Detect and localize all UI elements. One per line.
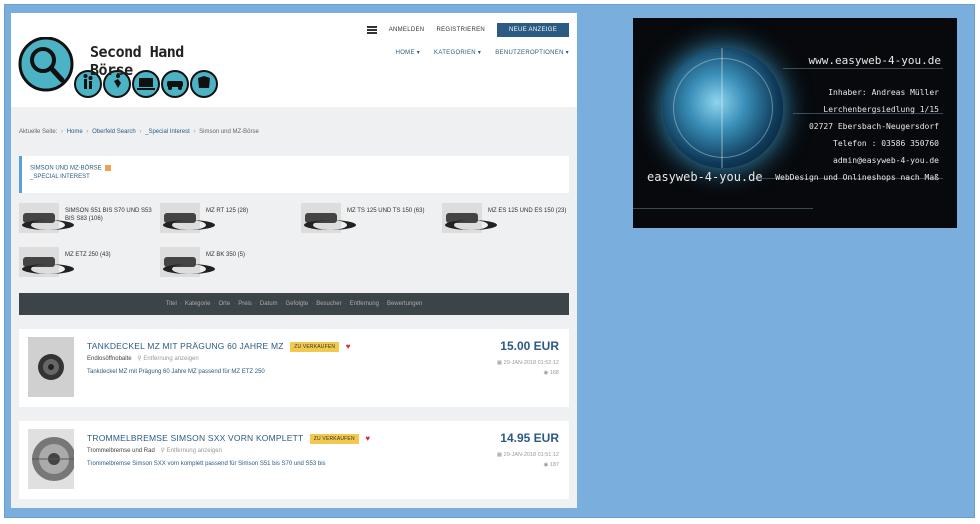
circuit-line [633,208,813,209]
filter-distance[interactable]: Entfernung [350,301,379,307]
nav-home[interactable]: HOME [396,49,420,56]
listing-price: 15.00 EUR [500,339,559,353]
category-title[interactable]: SIMSON UND MZ-BÖRSE [30,166,102,172]
filter-price[interactable]: Preis [238,301,252,307]
subcategory-label: SIMSON S51 BIS S70 UND S53 BIS S83 (106) [65,208,152,222]
filter-date[interactable]: Datum [260,301,278,307]
listing-description: Tankdeckel MZ mit Prägung 60 Jahre MZ pa… [87,369,265,375]
motorcycle-thumbnail [19,203,74,233]
listing-views: 168 [549,370,559,376]
motorcycle-thumbnail [160,203,215,233]
category-parent[interactable]: _SPECIAL INTEREST [30,174,561,180]
ad-url-left: easyweb-4-you.de [647,170,763,184]
ad-line-phone: Telefon : 03586 350760 [833,139,939,148]
breadcrumb: Aktuelle Seite: › Home › Oberfeld Search… [19,129,259,135]
subcategory-item[interactable]: MZ ES 125 UND ES 150 (23) [442,203,577,237]
location-pin-icon: ⚲ [160,448,165,454]
ad-contact-lines: Inhaber: Andreas Müller Lerchenbergsiedl… [775,84,939,186]
listing-image-drum-brake[interactable] [28,429,74,489]
category-header: SIMSON UND MZ-BÖRSE _SPECIAL INTEREST [19,156,569,193]
subcategory-label: MZ TS 125 UND TS 150 (63) [347,208,425,214]
ad-url-top[interactable]: www.easyweb-4-you.de [809,54,941,67]
motorcycle-thumbnail [160,247,215,277]
motorcycle-thumbnail [301,203,356,233]
listing-description: Trommelbremse Simson SXX vorn komplett p… [87,461,326,467]
listing-seller: Trommelbremse und Rad [87,448,155,454]
breadcrumb-item[interactable]: Oberfeld Search [92,129,136,135]
filter-visitors[interactable]: Besucher [316,301,341,307]
logo-text: Second Hand Börse [90,43,184,79]
filter-title[interactable]: Titel [166,301,177,307]
menu-icon[interactable] [366,26,377,34]
ad-line-city: 02727 Ebersbach-Neugersdorf [808,122,939,131]
subcategory-item[interactable]: SIMSON S51 BIS S70 UND S53 BIS S83 (106) [19,203,157,237]
filter-followed[interactable]: Gefolgte [286,301,309,307]
ad-line-street: Lerchenbergsiedlung 1/15 [823,105,939,114]
ad-line-owner: Inhaber: Andreas Müller [828,88,939,97]
breadcrumb-current-label: Aktuelle Seite: [19,129,58,135]
sort-filter-bar: Titel · Kategorie · Orte · Preis · Datum · Ge… [19,293,569,315]
motorcycle-thumbnail [442,203,497,233]
listing-title[interactable]: TANKDECKEL MZ MIT PRÄGUNG 60 JAHRE MZ [87,341,284,351]
favorite-heart-icon[interactable]: ♥ [365,434,370,443]
subcategory-label: MZ ETZ 250 (43) [65,252,111,258]
filter-location[interactable]: Orte [219,301,231,307]
breadcrumb-item[interactable]: Home [67,129,83,135]
top-navigation: ANMELDEN REGISTRIEREN NEUE ANZEIGE [366,23,569,37]
status-badge: ZU VERKAUFEN [290,341,340,352]
calendar-icon: ▦ [496,452,504,458]
location-pin-icon: ⚲ [137,356,142,362]
listing-title[interactable]: TROMMELBREMSE SIMSON SXX VORN KOMPLETT [87,433,303,443]
filter-ratings[interactable]: Bewertungen [387,301,422,307]
listing-image-tank-cap[interactable] [28,337,74,397]
subcategory-item[interactable]: MZ RT 125 (28) [160,203,298,237]
listing-views: 187 [549,462,559,468]
subcategory-grid: SIMSON S51 BIS S70 UND S53 BIS S83 (106)… [19,203,569,293]
listing-price: 14.95 EUR [500,431,559,445]
calendar-icon: ▦ [496,360,504,366]
ad-line-slogan: WebDesign und Onlineshops nach Maß [775,173,939,182]
listing-item[interactable]: TANKDECKEL MZ MIT PRÄGUNG 60 JAHRE MZ ZU… [19,329,569,407]
listing-location[interactable]: Entfernung anzeigen [167,448,222,454]
register-link[interactable]: REGISTRIEREN [436,27,485,33]
subcategory-item[interactable]: MZ BK 350 (5) [160,247,298,281]
listing-item[interactable]: TROMMELBREMSE SIMSON SXX VORN KOMPLETT Z… [19,421,569,499]
globe-icon [663,48,783,168]
site-logo[interactable]: Second Hand Börse [18,36,228,103]
listing-location[interactable]: Entfernung anzeigen [143,356,198,362]
login-link[interactable]: ANMELDEN [389,27,425,33]
advertisement-banner[interactable]: www.easyweb-4-you.de easyweb-4-you.de In… [633,18,957,228]
main-navigation: HOME KATEGORIEN BENUTZEROPTIONEN [396,49,569,56]
nav-categories[interactable]: KATEGORIEN [434,49,481,56]
circuit-line [783,68,943,69]
nav-user-options[interactable]: BENUTZEROPTIONEN [495,49,569,56]
site-header: Second Hand Börse ANMELDEN REGISTRIEREN … [11,13,577,107]
listing-date: 29-JAN-2018 01:52:12 [503,360,559,366]
listing-seller: Endlosöffnobalte [87,356,132,362]
rss-icon[interactable] [104,165,111,171]
status-badge: ZU VERKAUFEN [309,433,359,444]
subcategory-item[interactable]: MZ TS 125 UND TS 150 (63) [301,203,439,237]
subcategory-label: MZ ES 125 UND ES 150 (23) [488,208,567,214]
filter-category[interactable]: Kategorie [185,301,211,307]
new-ad-button[interactable]: NEUE ANZEIGE [497,23,569,37]
listing-date: 29-JAN-2018 01:51:12 [503,452,559,458]
site-panel: Second Hand Börse ANMELDEN REGISTRIEREN … [11,13,577,508]
subcategory-item[interactable]: MZ ETZ 250 (43) [19,247,157,281]
ad-line-email: admin@easyweb-4-you.de [833,156,939,165]
motorcycle-thumbnail [19,247,74,277]
breadcrumb-item-current: Simson und MZ-Börse [199,129,259,135]
favorite-heart-icon[interactable]: ♥ [346,342,351,351]
breadcrumb-item[interactable]: _Special Interest [145,129,190,135]
